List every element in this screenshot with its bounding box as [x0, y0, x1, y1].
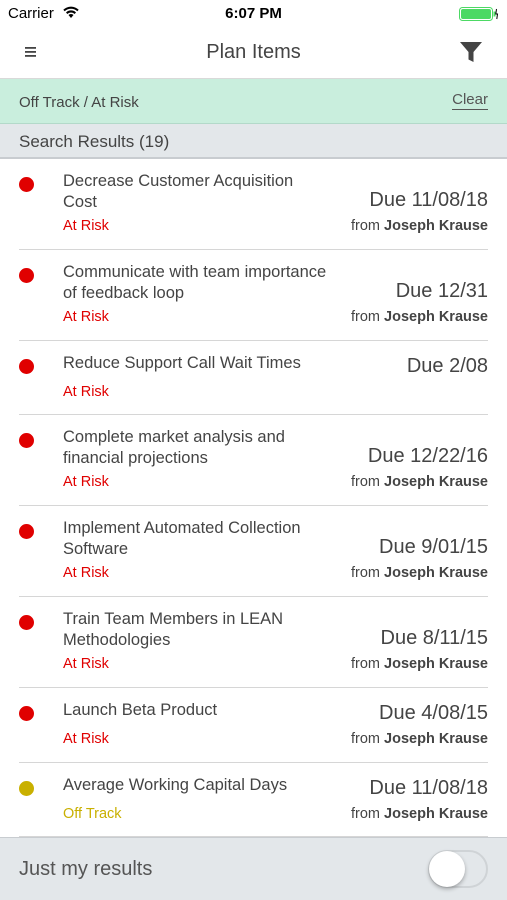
item-owner: from Joseph Krause [351, 565, 488, 581]
list-item[interactable]: Communicate with team importance of feed… [19, 250, 488, 341]
list-item[interactable]: Train Team Members in LEAN Methodologies… [19, 597, 488, 688]
navigation-bar: Plan Items [0, 28, 507, 79]
list-item[interactable]: Launch Beta Product At Risk Due 4/08/15 … [19, 688, 488, 763]
owner-name: Joseph Krause [384, 806, 488, 822]
status-dot [19, 268, 34, 283]
item-status: At Risk [63, 309, 109, 325]
item-status: At Risk [63, 474, 109, 490]
active-filter-label: Off Track / At Risk [19, 94, 139, 111]
item-owner: from Joseph Krause [351, 474, 488, 490]
item-status: At Risk [63, 731, 109, 747]
search-results-header: Search Results (19) [0, 124, 507, 159]
battery-icon [459, 7, 499, 21]
page-title: Plan Items [206, 41, 301, 63]
from-prefix: from [351, 309, 380, 325]
status-dot [19, 781, 34, 796]
item-name: Launch Beta Product [63, 701, 218, 719]
item-name: Average Working Capital Days [63, 776, 288, 794]
from-prefix: from [351, 731, 380, 747]
status-dot [19, 433, 34, 448]
plan-items-list: Decrease Customer Acquisition Cost At Ri… [0, 159, 507, 837]
item-owner: from Joseph Krause [351, 656, 488, 672]
item-name: Train Team Members in LEAN Methodologies [63, 610, 284, 649]
list-item[interactable]: Decrease Customer Acquisition Cost At Ri… [19, 159, 488, 250]
owner-name: Joseph Krause [384, 565, 488, 581]
owner-name: Joseph Krause [384, 218, 488, 234]
item-name: Complete market analysis and financial p… [63, 428, 285, 467]
owner-name: Joseph Krause [384, 474, 488, 490]
just-my-results-toggle[interactable] [428, 850, 488, 888]
item-due-date: Due 11/08/18 [369, 777, 488, 799]
item-due-date: Due 9/01/15 [379, 536, 488, 558]
item-status: Off Track [63, 806, 122, 822]
item-owner: from Joseph Krause [351, 806, 488, 822]
item-status: At Risk [63, 565, 109, 581]
filter-icon[interactable] [457, 38, 485, 66]
owner-name: Joseph Krause [384, 309, 488, 325]
toggle-knob [429, 851, 465, 887]
from-prefix: from [351, 218, 380, 234]
item-status: At Risk [63, 656, 109, 672]
owner-name: Joseph Krause [384, 731, 488, 747]
item-name: Reduce Support Call Wait Times [63, 354, 301, 372]
from-prefix: from [351, 656, 380, 672]
item-owner: from Joseph Krause [351, 731, 488, 747]
item-due-date: Due 12/31 [395, 280, 488, 302]
item-status: At Risk [63, 384, 109, 400]
item-due-date: Due 12/22/16 [367, 445, 488, 467]
item-due-date: Due 2/08 [406, 355, 488, 377]
item-name: Communicate with team importance of feed… [63, 263, 327, 302]
list-item[interactable]: Implement Automated Collection Software … [19, 506, 488, 597]
list-item[interactable]: Average Working Capital Days Off Track D… [19, 763, 488, 837]
item-due-date: Due 8/11/15 [380, 627, 489, 649]
item-due-date: Due 4/08/15 [379, 702, 488, 724]
item-owner: from Joseph Krause [351, 309, 488, 325]
status-dot [19, 359, 34, 374]
results-footer: Just my results [0, 837, 507, 900]
from-prefix: from [351, 565, 380, 581]
clear-filter-button[interactable]: Clear [452, 91, 488, 110]
search-results-count: Search Results (19) [19, 132, 170, 151]
item-owner: from Joseph Krause [351, 218, 488, 234]
item-name: Decrease Customer Acquisition Cost [63, 172, 294, 211]
status-dot [19, 177, 34, 192]
status-time: 6:07 PM [225, 5, 282, 22]
item-status: At Risk [63, 218, 109, 234]
active-filter-bar: Off Track / At Risk Clear [0, 79, 507, 124]
list-item[interactable]: Complete market analysis and financial p… [19, 415, 488, 506]
status-dot [19, 615, 34, 630]
from-prefix: from [351, 806, 380, 822]
item-name: Implement Automated Collection Software [63, 519, 301, 558]
owner-name: Joseph Krause [384, 656, 488, 672]
status-dot [19, 524, 34, 539]
list-item[interactable]: Reduce Support Call Wait Times At Risk D… [19, 341, 488, 415]
just-my-results-label: Just my results [19, 858, 153, 880]
status-bar: Carrier 6:07 PM [0, 0, 507, 28]
from-prefix: from [351, 474, 380, 490]
status-dot [19, 706, 34, 721]
item-due-date: Due 11/08/18 [369, 189, 488, 211]
